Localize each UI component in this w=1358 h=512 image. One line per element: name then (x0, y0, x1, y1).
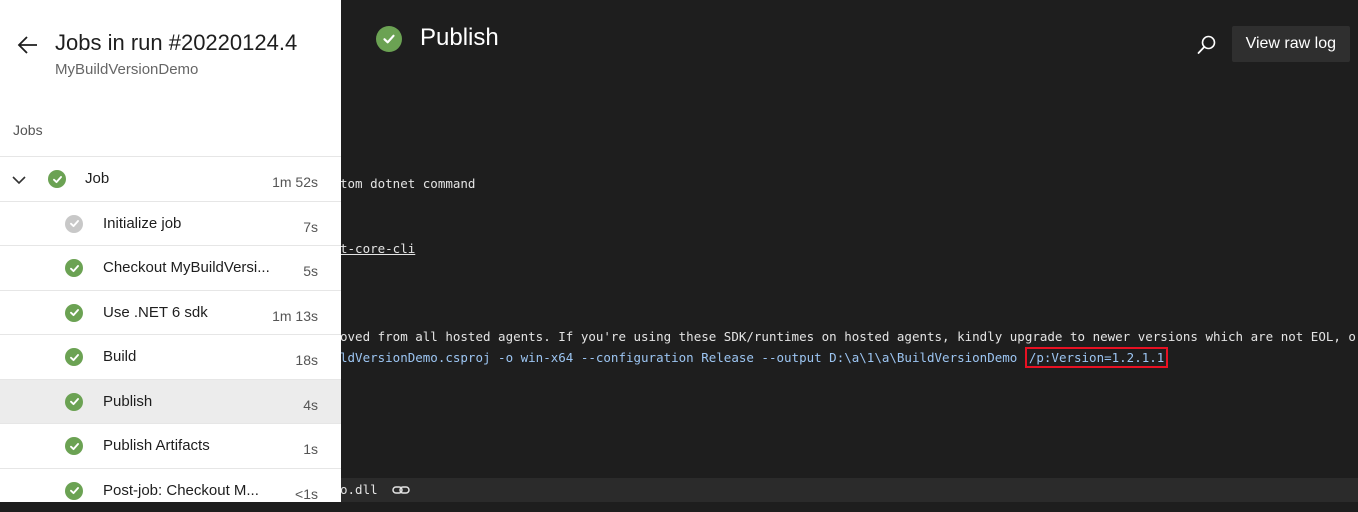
step-duration: 5s (303, 263, 318, 279)
step-row-initialize-job[interactable]: Initialize job 7s (0, 201, 341, 246)
step-duration: 7s (303, 219, 318, 235)
success-check-icon (376, 26, 402, 52)
job-duration: 1m 52s (272, 174, 318, 190)
step-duration: <1s (295, 486, 318, 502)
log-line: oved from all hosted agents. If you're u… (340, 329, 1358, 345)
footer-text: o.dll (340, 482, 378, 497)
step-label: Build (103, 348, 136, 365)
step-row-checkout[interactable]: Checkout MyBuildVersi... 5s (0, 245, 341, 290)
log-line: tom dotnet command (340, 176, 475, 192)
view-raw-log-button[interactable]: View raw log (1232, 26, 1350, 62)
log-link[interactable]: t-core-cli (340, 241, 415, 257)
success-check-icon (65, 393, 83, 411)
link-icon[interactable] (392, 483, 410, 502)
log-title: Publish (420, 24, 499, 52)
log-header: Publish View raw log (340, 0, 1358, 80)
step-label: Publish (103, 393, 152, 410)
log-command: ldVersionDemo.csproj -o win-x64 --config… (340, 350, 1025, 365)
log-footer: o.dll (340, 478, 1358, 502)
success-check-icon (48, 170, 66, 188)
job-label: Job (85, 170, 109, 187)
step-label: Post-job: Checkout M... (103, 482, 259, 499)
step-row-use-net-sdk[interactable]: Use .NET 6 sdk 1m 13s (0, 290, 341, 335)
page-title: Jobs in run #20220124.4 (55, 30, 297, 56)
step-label: Checkout MyBuildVersi... (103, 259, 270, 276)
step-duration: 1s (303, 441, 318, 457)
step-row-post-job-checkout[interactable]: Post-job: Checkout M... <1s (0, 468, 341, 512)
step-duration: 18s (295, 352, 318, 368)
step-duration: 4s (303, 397, 318, 413)
step-label: Initialize job (103, 215, 181, 232)
section-label: Jobs (13, 122, 43, 138)
job-list: Job 1m 52s Initialize job 7s Checkout My… (0, 156, 341, 512)
step-row-publish[interactable]: Publish 4s (0, 379, 341, 424)
pipeline-name: MyBuildVersionDemo (55, 61, 198, 78)
step-row-publish-artifacts[interactable]: Publish Artifacts 1s (0, 423, 341, 468)
step-duration: 1m 13s (272, 308, 318, 324)
success-check-icon (65, 482, 83, 500)
success-check-icon (65, 259, 83, 277)
success-check-icon (65, 437, 83, 455)
skipped-check-icon (65, 215, 83, 233)
log-command-line: ldVersionDemo.csproj -o win-x64 --config… (340, 350, 1168, 366)
version-highlight: /p:Version=1.2.1.1 (1025, 347, 1168, 368)
back-arrow-icon[interactable] (17, 35, 39, 60)
search-icon[interactable] (1196, 34, 1218, 56)
chevron-down-icon[interactable] (12, 172, 26, 190)
step-row-build[interactable]: Build 18s (0, 334, 341, 379)
job-row[interactable]: Job 1m 52s (0, 156, 341, 201)
step-label: Publish Artifacts (103, 437, 210, 454)
success-check-icon (65, 348, 83, 366)
jobs-sidebar: Jobs in run #20220124.4 MyBuildVersionDe… (0, 0, 341, 502)
success-check-icon (65, 304, 83, 322)
step-label: Use .NET 6 sdk (103, 304, 208, 321)
